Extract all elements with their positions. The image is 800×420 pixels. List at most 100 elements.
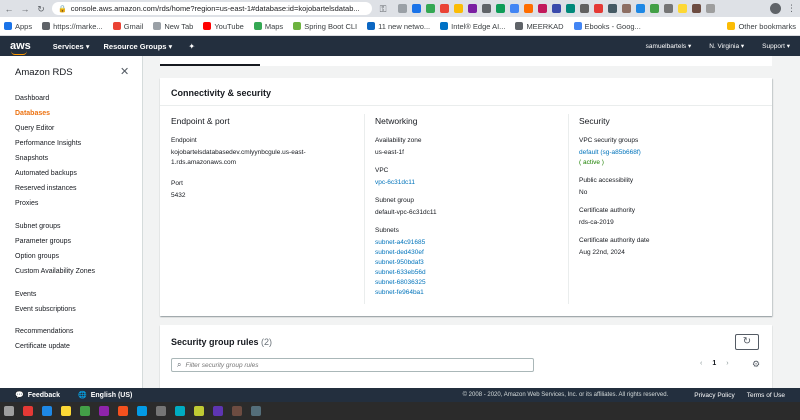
taskbar-app-icon[interactable] — [118, 406, 128, 416]
taskbar-app-icon[interactable] — [42, 406, 52, 416]
account-menu[interactable]: samuelbartels ▾ — [646, 42, 692, 50]
privacy-policy-link[interactable]: Privacy Policy — [694, 392, 734, 399]
sidebar-item-databases[interactable]: Databases — [15, 110, 50, 117]
security-group-link[interactable]: default (sg-a85b668f) — [579, 148, 764, 158]
extension-icon[interactable] — [566, 4, 575, 13]
extension-icon[interactable] — [454, 4, 463, 13]
extension-icon[interactable] — [552, 4, 561, 13]
extension-icon[interactable] — [594, 4, 603, 13]
sidebar-item-automated-backups[interactable]: Automated backups — [15, 170, 77, 177]
sidebar-item-subnet-groups[interactable]: Subnet groups — [15, 223, 61, 230]
sidebar-item-parameter-groups[interactable]: Parameter groups — [15, 238, 71, 245]
browser-menu-icon[interactable]: ⋮ — [787, 3, 796, 14]
forward-arrow-icon[interactable]: → — [20, 4, 30, 14]
subnet-link[interactable]: subnet-a4c91685 — [375, 238, 565, 248]
extension-icon[interactable] — [706, 4, 715, 13]
sidebar-item-recommendations[interactable]: Recommendations — [15, 328, 73, 335]
next-page-icon[interactable]: › — [726, 360, 728, 367]
subnet-link[interactable]: subnet-950bdaf3 — [375, 258, 565, 268]
extension-icon[interactable] — [510, 4, 519, 13]
sidebar-item-snapshots[interactable]: Snapshots — [15, 155, 48, 162]
extension-icon[interactable] — [426, 4, 435, 13]
extension-icon[interactable] — [650, 4, 659, 13]
support-menu[interactable]: Support ▾ — [762, 42, 790, 50]
gear-icon[interactable]: ⚙ — [752, 359, 760, 370]
previous-page-icon[interactable]: ‹ — [700, 360, 702, 367]
extension-icon[interactable] — [678, 4, 687, 13]
sidebar-item-query-editor[interactable]: Query Editor — [15, 125, 54, 132]
sidebar-item-option-groups[interactable]: Option groups — [15, 253, 59, 260]
extension-icon[interactable] — [608, 4, 617, 13]
other-bookmarks[interactable]: Other bookmarks — [727, 22, 796, 31]
address-bar[interactable]: 🔒 console.aws.amazon.com/rds/home?region… — [52, 2, 372, 15]
extension-icon[interactable] — [496, 4, 505, 13]
taskbar-app-icon[interactable] — [61, 406, 71, 416]
taskbar-app-icon[interactable] — [80, 406, 90, 416]
extension-icon[interactable] — [692, 4, 701, 13]
reload-icon[interactable]: ↻ — [36, 4, 46, 14]
resource-groups-menu[interactable]: Resource Groups ▾ — [104, 42, 173, 51]
extension-icon[interactable] — [412, 4, 421, 13]
sidebar-item-event-subscriptions[interactable]: Event subscriptions — [15, 306, 76, 313]
taskbar-app-icon[interactable] — [137, 406, 147, 416]
close-icon[interactable]: ✕ — [120, 65, 129, 78]
current-page[interactable]: 1 — [712, 360, 716, 367]
bookmark-intel[interactable]: Intel® Edge AI... — [440, 22, 505, 31]
bookmark-new-tab[interactable]: New Tab — [153, 22, 193, 31]
profile-avatar[interactable] — [770, 3, 781, 14]
extension-icon[interactable] — [538, 4, 547, 13]
extension-icon[interactable] — [636, 4, 645, 13]
bookmark-spring-boot[interactable]: Spring Boot CLI — [293, 22, 357, 31]
taskbar-app-icon[interactable] — [251, 406, 261, 416]
taskbar-app-icon[interactable] — [23, 406, 33, 416]
extension-icon[interactable] — [440, 4, 449, 13]
language-selector[interactable]: 🌐 English (US) — [78, 391, 132, 400]
bookmark-market[interactable]: https://marke... — [42, 22, 103, 31]
pin-icon[interactable]: ✦ — [188, 42, 195, 51]
back-arrow-icon[interactable]: ← — [4, 4, 14, 14]
sidebar-item-custom-availability-zones[interactable]: Custom Availability Zones — [15, 268, 95, 275]
extension-icon[interactable] — [482, 4, 491, 13]
extension-icon[interactable] — [622, 4, 631, 13]
subnet-link[interactable]: subnet-68036325 — [375, 278, 565, 288]
terms-of-use-link[interactable]: Terms of Use — [747, 392, 785, 399]
filter-security-group-rules-input[interactable] — [185, 361, 506, 369]
subnet-link[interactable]: subnet-ded430ef — [375, 248, 565, 258]
bookmark-maps[interactable]: Maps — [253, 22, 283, 31]
extension-icon[interactable] — [664, 4, 673, 13]
sidebar-item-events[interactable]: Events — [15, 291, 36, 298]
taskbar-app-icon[interactable] — [213, 406, 223, 416]
extension-icon[interactable] — [580, 4, 589, 13]
bookmark-linkedin[interactable]: 11 new netwo... — [367, 22, 430, 31]
bookmark-ebooks[interactable]: Ebooks - Goog... — [573, 22, 641, 31]
key-icon[interactable]: ⚿ — [378, 4, 388, 14]
bookmark-youtube[interactable]: YouTube — [203, 22, 244, 31]
region-menu[interactable]: N. Virginia ▾ — [709, 42, 744, 50]
taskbar-app-icon[interactable] — [194, 406, 204, 416]
feedback-button[interactable]: 💬 Feedback — [15, 391, 60, 400]
subnet-link[interactable]: subnet-fe964ba1 — [375, 288, 565, 298]
vpc-link[interactable]: vpc-6c31dc11 — [375, 178, 565, 188]
taskbar-app-icon[interactable] — [156, 406, 166, 416]
sidebar-item-certificate-update[interactable]: Certificate update — [15, 343, 70, 350]
extension-icon[interactable] — [398, 4, 407, 13]
refresh-button[interactable]: ↻ — [735, 334, 759, 350]
extension-icon[interactable] — [524, 4, 533, 13]
filter-bar[interactable]: ⌕ — [171, 358, 534, 372]
subnet-link[interactable]: subnet-633eb56d — [375, 268, 565, 278]
taskbar-app-icon[interactable] — [99, 406, 109, 416]
taskbar-app-icon[interactable] — [232, 406, 242, 416]
bookmark-apps[interactable]: Apps — [4, 22, 32, 31]
sidebar-item-reserved-instances[interactable]: Reserved instances — [15, 185, 76, 192]
bookmark-gmail[interactable]: Gmail — [112, 22, 143, 31]
aws-logo[interactable]: aws — [10, 40, 31, 55]
port-group: Port 5432 — [171, 180, 361, 201]
sidebar-item-performance-insights[interactable]: Performance Insights — [15, 140, 81, 147]
taskbar-app-icon[interactable] — [175, 406, 185, 416]
extension-icon[interactable] — [468, 4, 477, 13]
sidebar-item-dashboard[interactable]: Dashboard — [15, 95, 49, 102]
services-menu[interactable]: Services ▾ — [53, 42, 90, 51]
bookmark-meerkad[interactable]: MEERKAD — [515, 22, 564, 31]
sidebar-item-proxies[interactable]: Proxies — [15, 200, 38, 207]
taskbar-app-icon[interactable] — [4, 406, 14, 416]
